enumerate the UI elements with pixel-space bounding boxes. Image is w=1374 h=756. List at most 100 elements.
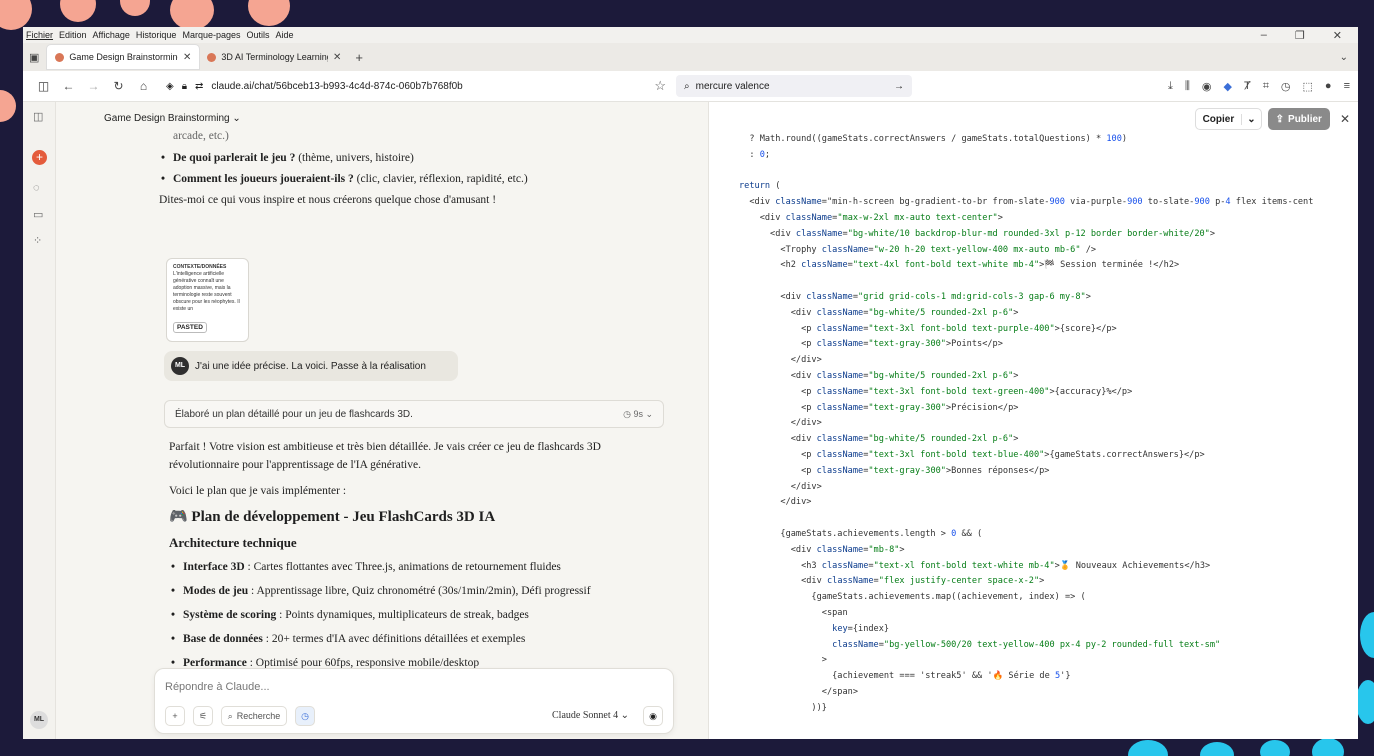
- artifacts-icon[interactable]: ⁘: [33, 234, 42, 247]
- decor-blob: [120, 0, 150, 16]
- extensions-icon[interactable]: ⬚: [1303, 80, 1313, 93]
- item-bold: Système de scoring: [183, 609, 277, 621]
- search-go-icon[interactable]: →: [894, 81, 904, 92]
- artifact-panel: Copier ⌄ ⇪ Publier ✕ ? Math.round((gameS…: [708, 102, 1358, 739]
- sidebar-toggle-icon[interactable]: ◫: [31, 79, 56, 93]
- tools-button[interactable]: ⚟: [193, 706, 213, 726]
- model-label: Claude Sonnet 4: [552, 710, 619, 721]
- claude-favicon-icon: [207, 52, 217, 62]
- address-bar[interactable]: ◈ 🔒︎ ⇄ claude.ai/chat/56bceb13-b993-4c4d…: [166, 78, 666, 94]
- pasted-heading: CONTEXTE/DONNÉES: [173, 264, 227, 270]
- model-selector[interactable]: Claude Sonnet 4 ⌄: [552, 710, 629, 721]
- sidebar-panel-icon[interactable]: ◫: [33, 110, 43, 123]
- tab-list-chevron-icon[interactable]: ⌄: [1340, 52, 1358, 63]
- menu-outils[interactable]: Outils: [247, 30, 270, 40]
- shield-icon[interactable]: ◈: [166, 81, 174, 92]
- reply-placeholder[interactable]: Répondre à Claude...: [165, 681, 270, 693]
- item-text: : 20+ termes d'IA avec définitions détai…: [262, 633, 526, 645]
- timer-icon[interactable]: ◷: [1281, 80, 1291, 93]
- tab-3d-terminology[interactable]: 3D AI Terminology Learning Ga ✕: [199, 45, 349, 69]
- search-value[interactable]: mercure valence: [696, 81, 770, 92]
- home-icon[interactable]: ⌂: [131, 79, 156, 93]
- plan-title: 🎮 Plan de développement - Jeu FlashCards…: [169, 509, 496, 525]
- chats-icon[interactable]: ◌: [33, 182, 40, 194]
- avatar[interactable]: ML: [30, 711, 48, 729]
- code-line: <div className="min-h-screen bg-gradient…: [739, 197, 1314, 208]
- code-view[interactable]: ? Math.round((gameStats.correctAnswers /…: [739, 132, 1313, 716]
- attach-button[interactable]: +: [165, 706, 185, 726]
- publish-button[interactable]: ⇪ Publier: [1267, 108, 1330, 130]
- menu-historique[interactable]: Historique: [136, 30, 177, 40]
- permissions-icon[interactable]: ⇄: [195, 81, 203, 92]
- hamburger-menu-icon[interactable]: ≡: [1344, 80, 1350, 93]
- menu-aide[interactable]: Aide: [276, 30, 294, 40]
- bullet-bold: Comment les joueurs joueraient-ils ?: [173, 173, 354, 185]
- code-line: : 0;: [739, 149, 771, 160]
- close-icon[interactable]: ✕: [1340, 112, 1350, 126]
- menu-fichier[interactable]: Fichier: [26, 30, 53, 40]
- projects-icon[interactable]: ▭: [33, 208, 43, 221]
- restore-icon[interactable]: ❐: [1295, 29, 1305, 42]
- thinking-label: Élaboré un plan détaillé pour un jeu de …: [175, 408, 413, 420]
- close-tab-icon[interactable]: ✕: [183, 52, 191, 63]
- user-message: ML J'ai une idée précise. La voici. Pass…: [164, 351, 458, 381]
- decor-blob: [60, 0, 96, 22]
- bookmark-star-icon[interactable]: ☆: [654, 78, 666, 94]
- search-button[interactable]: ⌕ Recherche: [221, 706, 287, 726]
- profile-icon[interactable]: ●: [1325, 80, 1332, 93]
- download-icon[interactable]: ⤓: [1168, 80, 1173, 93]
- code-line: className="bg-yellow-500/20 text-yellow-…: [832, 639, 1221, 650]
- close-tab-icon[interactable]: ✕: [333, 52, 341, 63]
- minimize-icon[interactable]: –: [1261, 29, 1267, 42]
- chevron-down-icon[interactable]: ⌄: [1241, 113, 1260, 125]
- reload-icon[interactable]: ↻: [106, 79, 131, 93]
- new-chat-icon[interactable]: +: [32, 150, 47, 165]
- extension-diamond-icon[interactable]: ◆: [1224, 80, 1232, 93]
- search-button-label: Recherche: [236, 711, 281, 721]
- search-icon: ⌕: [227, 710, 233, 721]
- reply-composer[interactable]: Répondre à Claude... + ⚟ ⌕ Recherche ◷ Cl…: [154, 668, 674, 734]
- tab-overview-icon[interactable]: ▣: [29, 51, 39, 64]
- code-line: </div>: [739, 481, 822, 492]
- translate-icon[interactable]: Ⱦ: [1244, 80, 1251, 93]
- code-line: ))}: [739, 702, 827, 713]
- thinking-time: ◷ 9s ⌄: [623, 408, 653, 419]
- back-icon[interactable]: ←: [56, 79, 81, 93]
- item-bold: Base de données: [183, 633, 263, 645]
- avatar: ML: [171, 357, 189, 375]
- search-input[interactable]: ⌕ mercure valence →: [676, 75, 912, 97]
- menu-affichage[interactable]: Affichage: [93, 30, 130, 40]
- item-text: : Apprentissage libre, Quiz chronométré …: [248, 585, 591, 597]
- decor-blob: [1260, 740, 1290, 756]
- close-window-icon[interactable]: ✕: [1333, 29, 1342, 42]
- conversation-title[interactable]: Game Design Brainstorming ⌄: [104, 113, 241, 124]
- new-tab-icon[interactable]: +: [355, 50, 363, 65]
- menu-marque-pages[interactable]: Marque-pages: [182, 30, 240, 40]
- voice-mode-icon[interactable]: ◉: [643, 706, 663, 726]
- chevron-down-icon: ⌄: [232, 113, 241, 124]
- item-bold: Modes de jeu: [183, 585, 249, 597]
- tab-title: 3D AI Terminology Learning Ga: [221, 52, 328, 62]
- history-button[interactable]: ◷: [295, 706, 315, 726]
- lock-icon[interactable]: 🔒︎: [182, 81, 187, 92]
- code-line: {gameStats.achievements.map((achievement…: [739, 592, 1086, 603]
- code-line: <h3 className="text-xl font-bold text-wh…: [739, 560, 1211, 571]
- code-line: <div className="bg-white/10 backdrop-blu…: [739, 228, 1216, 239]
- thinking-summary[interactable]: Élaboré un plan détaillé pour un jeu de …: [164, 400, 664, 428]
- navigation-bar: ◫ ← → ↻ ⌂ ◈ 🔒︎ ⇄ claude.ai/chat/56bceb13…: [23, 71, 1358, 102]
- response-plan-intro: Voici le plan que je vais implémenter :: [169, 485, 347, 497]
- crop-icon[interactable]: ⌗: [1263, 80, 1269, 93]
- tab-game-design[interactable]: Game Design Brainstorming - C ✕: [47, 45, 200, 69]
- pasted-attachment[interactable]: CONTEXTE/DONNÉES L'intelligence artifici…: [166, 258, 249, 342]
- library-icon[interactable]: ⫼: [1185, 80, 1190, 93]
- code-line: ? Math.round((gameStats.correctAnswers /…: [739, 134, 1128, 144]
- menu-edition[interactable]: Edition: [59, 30, 87, 40]
- copy-label: Copier: [1202, 113, 1235, 125]
- account-icon[interactable]: ◉: [1202, 80, 1212, 93]
- copy-button[interactable]: Copier ⌄: [1194, 108, 1262, 130]
- code-line: <div className="mb-8">: [739, 544, 905, 555]
- forward-icon[interactable]: →: [81, 79, 106, 93]
- url-text[interactable]: claude.ai/chat/56bceb13-b993-4c4d-874c-0…: [211, 81, 462, 92]
